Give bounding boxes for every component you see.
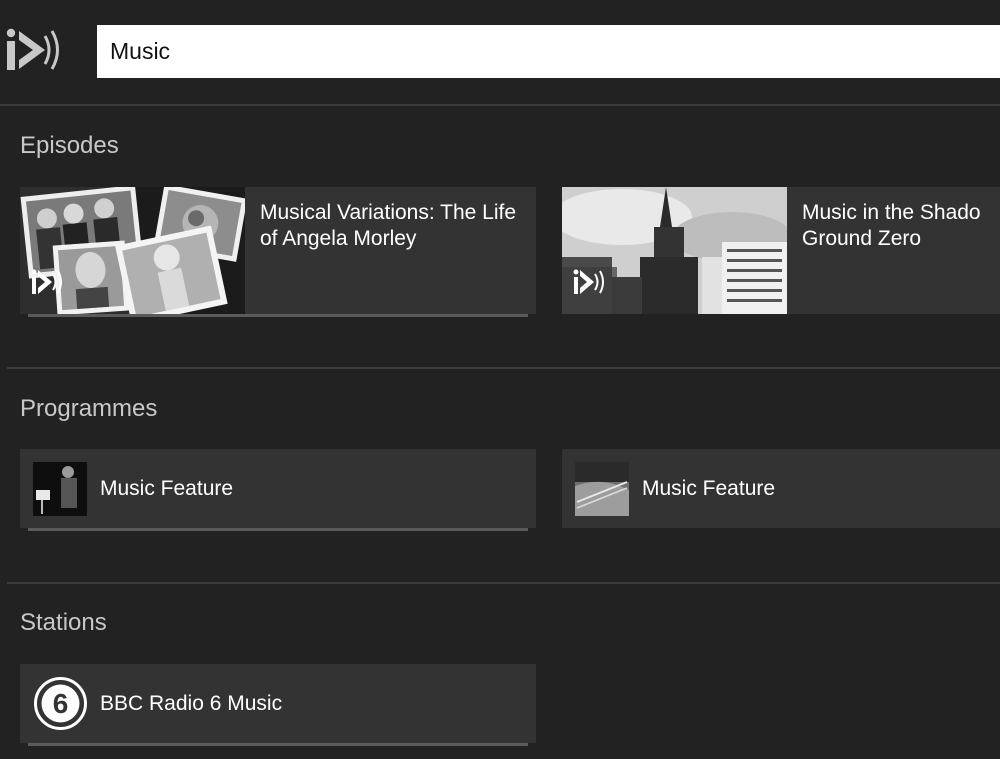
search-input[interactable] xyxy=(97,25,1000,78)
svg-text:6: 6 xyxy=(53,688,69,719)
episode-card[interactable]: Music in the Shado Ground Zero xyxy=(562,187,1000,314)
card-underline xyxy=(28,528,528,531)
programme-thumbnail xyxy=(33,462,87,516)
episode-card[interactable]: Musical Variations: The Life of Angela M… xyxy=(20,187,536,317)
card-underline xyxy=(28,743,528,746)
programme-title: Music Feature xyxy=(100,477,234,500)
bbc-iplayer-radio-logo-icon[interactable] xyxy=(5,27,63,73)
bbc-radio-6-logo-icon: 6 xyxy=(34,677,87,730)
programme-card[interactable]: Music Feature xyxy=(20,449,536,531)
programme-thumbnail xyxy=(575,462,629,516)
header-divider xyxy=(0,104,1000,106)
programme-title: Music Feature xyxy=(642,477,776,500)
section-divider xyxy=(7,582,1000,584)
section-title-programmes: Programmes xyxy=(20,395,158,422)
section-title-episodes: Episodes xyxy=(20,132,119,159)
station-title: BBC Radio 6 Music xyxy=(100,692,283,715)
episode-title-line: Ground Zero xyxy=(802,227,922,250)
programme-card[interactable]: Music Feature xyxy=(562,449,1000,528)
card-underline xyxy=(28,314,528,317)
iplayer-radio-badge-icon xyxy=(573,269,604,294)
episode-title-line: Music in the Shado xyxy=(802,201,981,224)
section-divider xyxy=(7,367,1000,369)
episode-title: Music in the Shado Ground Zero xyxy=(802,200,1000,252)
station-card[interactable]: 6 BBC Radio 6 Music xyxy=(20,664,536,746)
episode-title: Musical Variations: The Life of Angela M… xyxy=(260,201,517,250)
section-title-stations: Stations xyxy=(20,609,107,636)
iplayer-radio-badge-icon xyxy=(31,269,62,294)
